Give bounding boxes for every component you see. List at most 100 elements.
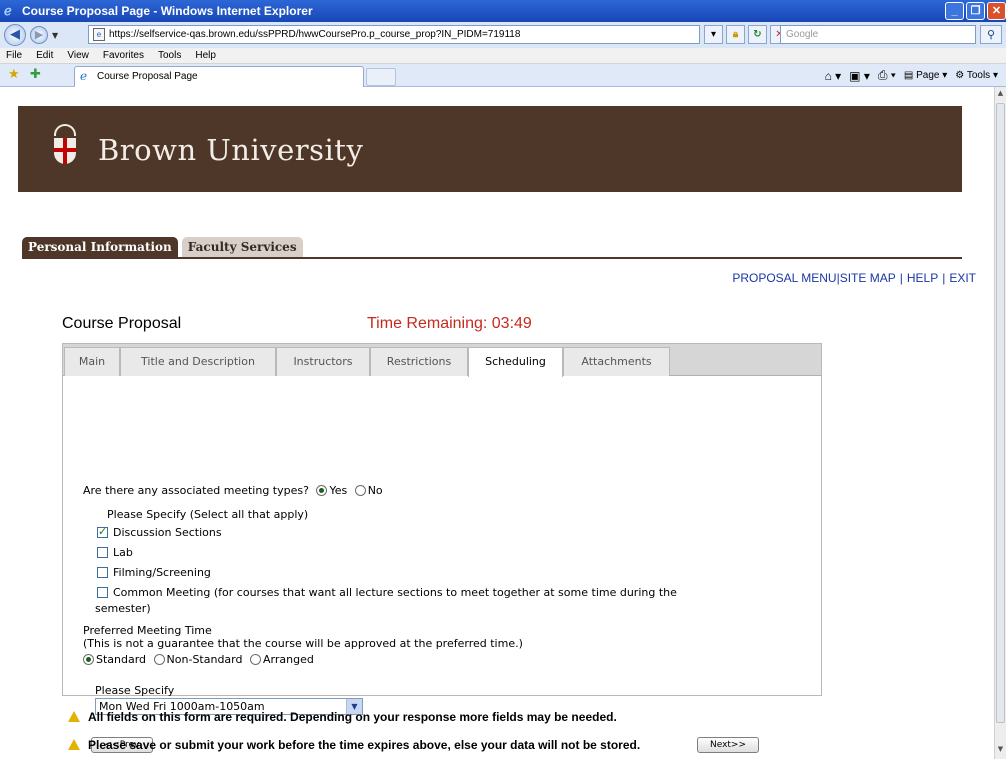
ie-logo-icon: ℯ [4, 3, 12, 18]
url-field[interactable]: e https://selfservice-qas.brown.edu/ssPP… [88, 25, 700, 44]
page-icon: e [93, 28, 105, 41]
tab-restrictions[interactable]: Restrictions [370, 347, 468, 376]
select-all-label: Please Specify (Select all that apply) [107, 508, 309, 521]
next-button[interactable]: Next>> [697, 737, 759, 753]
minimize-icon[interactable]: _ [945, 2, 964, 20]
filming-checkbox[interactable] [97, 567, 108, 578]
discussion-checkbox[interactable] [97, 525, 108, 538]
page-menu-label: Page [916, 70, 940, 81]
common-meeting-checkbox[interactable] [97, 587, 108, 598]
preferred-time-heading: Preferred Meeting Time [83, 624, 212, 637]
tab-title-description[interactable]: Title and Description [120, 347, 276, 376]
scroll-up-icon[interactable]: ▲ [996, 89, 1005, 101]
window-title: Course Proposal Page - Windows Internet … [22, 4, 313, 18]
university-banner: Brown University [18, 106, 962, 192]
scroll-thumb[interactable] [996, 103, 1005, 723]
top-links: PROPOSAL MENU|SITE MAP | HELP | EXIT [732, 271, 976, 285]
preferred-time-note: (This is not a guarantee that the course… [83, 637, 523, 650]
forward-button[interactable]: ▶ [30, 26, 48, 44]
link-help[interactable]: HELP [907, 271, 938, 285]
search-input[interactable]: Google [780, 25, 976, 44]
print-icon[interactable]: ⎙ ▾ [878, 68, 896, 83]
lab-checkbox[interactable] [97, 547, 108, 558]
maximize-icon[interactable]: ❐ [966, 2, 985, 20]
tab-instructors[interactable]: Instructors [276, 347, 370, 376]
command-bar: ⌂ ▾ ▣ ▾ ⎙ ▾ ▤ Page ▾ ⚙ Tools ▾ [825, 68, 998, 83]
option-lab: Lab [97, 546, 133, 559]
lab-label: Lab [113, 546, 133, 559]
page-menu[interactable]: ▤ Page ▾ [904, 70, 947, 81]
time-remaining: Time Remaining: 03:49 [367, 315, 532, 332]
page-content: Brown University Personal Information Fa… [0, 87, 994, 759]
browser-tab-label: Course Proposal Page [97, 71, 198, 82]
vertical-scrollbar[interactable]: ▲ ▼ [994, 87, 1006, 759]
refresh-icon[interactable]: ↻ [748, 25, 767, 44]
tab-scheduling[interactable]: Scheduling [468, 347, 563, 377]
tab-attachments[interactable]: Attachments [563, 347, 670, 376]
home-icon[interactable]: ⌂ ▾ [825, 69, 842, 83]
menu-edit[interactable]: Edit [36, 50, 53, 61]
proposal-form: Main Title and Description Instructors R… [62, 343, 822, 753]
option-filming: Filming/Screening [97, 566, 211, 579]
menu-help[interactable]: Help [195, 50, 216, 61]
feeds-icon[interactable]: ▣ ▾ [849, 69, 870, 83]
url-dropdown-icon[interactable]: ▾ [704, 25, 723, 44]
no-radio[interactable] [354, 485, 366, 496]
meeting-types-row: Are there any associated meeting types? … [83, 484, 383, 497]
link-proposal-menu[interactable]: PROPOSAL MENU [732, 271, 836, 285]
yes-radio[interactable] [316, 485, 328, 496]
discussion-label: Discussion Sections [113, 526, 222, 539]
search-icon[interactable]: ⚲ [980, 25, 1002, 44]
history-dropdown-icon[interactable]: ▼ [52, 31, 58, 40]
yes-label: Yes [329, 484, 348, 497]
browser-tab-course-proposal[interactable]: ℯ Course Proposal Page [74, 66, 364, 87]
tools-menu-label: Tools [966, 70, 991, 81]
tab-bar: ★ ✚ ℯ Course Proposal Page ⌂ ▾ ▣ ▾ ⎙ ▾ ▤… [0, 64, 1006, 87]
portal-tabs: Personal Information Faculty Services [22, 237, 303, 257]
standard-radio[interactable] [83, 654, 94, 665]
window-title-bar: ℯ Course Proposal Page - Windows Interne… [0, 0, 1006, 22]
page-title: Course Proposal [62, 315, 182, 332]
time-type-row: Standard Non-Standard Arranged [79, 653, 314, 666]
lock-icon[interactable]: 🔒︎ [726, 25, 745, 44]
arranged-radio[interactable] [250, 654, 261, 665]
scroll-down-icon[interactable]: ▼ [996, 745, 1005, 757]
address-toolbar: ◀ ▶ ▼ e https://selfservice-qas.brown.ed… [0, 22, 1006, 48]
option-common-meeting: Common Meeting (for courses that want al… [97, 586, 677, 599]
tab-page-icon: ℯ [80, 69, 88, 83]
new-tab-button[interactable] [366, 68, 396, 86]
tab-personal-information[interactable]: Personal Information [22, 237, 178, 257]
non-standard-label: Non-Standard [166, 653, 243, 666]
please-specify-label: Please Specify [95, 684, 175, 697]
university-name: Brown University [98, 133, 364, 167]
warning-save-text: Please save or submit your work before t… [88, 738, 641, 752]
tab-main[interactable]: Main [64, 347, 120, 376]
option-discussion: Discussion Sections [97, 525, 222, 539]
link-exit[interactable]: EXIT [949, 271, 976, 285]
filming-label: Filming/Screening [113, 566, 211, 579]
link-site-map[interactable]: SITE MAP [840, 271, 896, 285]
common-meeting-label: Common Meeting (for courses that want al… [113, 586, 677, 599]
add-favorites-icon[interactable]: ✚ [30, 67, 41, 82]
menu-bar: File Edit View Favorites Tools Help [0, 48, 1006, 64]
warning-icon [68, 739, 80, 750]
warning-save: Please save or submit your work before t… [68, 738, 640, 752]
warning-required: All fields on this form are required. De… [68, 710, 617, 724]
non-standard-radio[interactable] [153, 654, 165, 665]
menu-file[interactable]: File [6, 50, 22, 61]
meeting-types-question: Are there any associated meeting types? [83, 484, 309, 497]
address-actions: ▾ 🔒︎ ↻ ✕ [704, 25, 789, 44]
menu-view[interactable]: View [67, 50, 89, 61]
favorites-star-icon[interactable]: ★ [8, 67, 20, 82]
menu-favorites[interactable]: Favorites [103, 50, 144, 61]
common-meeting-label-cont: semester) [95, 602, 151, 615]
close-icon[interactable]: ✕ [987, 2, 1006, 20]
back-button[interactable]: ◀ [4, 24, 26, 46]
warning-required-text: All fields on this form are required. De… [88, 710, 617, 724]
tools-menu[interactable]: ⚙ Tools ▾ [955, 70, 998, 81]
portal-tab-divider [22, 257, 962, 259]
tab-faculty-services[interactable]: Faculty Services [181, 237, 303, 257]
window-controls: _ ❐ ✕ [945, 2, 1006, 20]
warning-icon [68, 711, 80, 722]
menu-tools[interactable]: Tools [158, 50, 181, 61]
